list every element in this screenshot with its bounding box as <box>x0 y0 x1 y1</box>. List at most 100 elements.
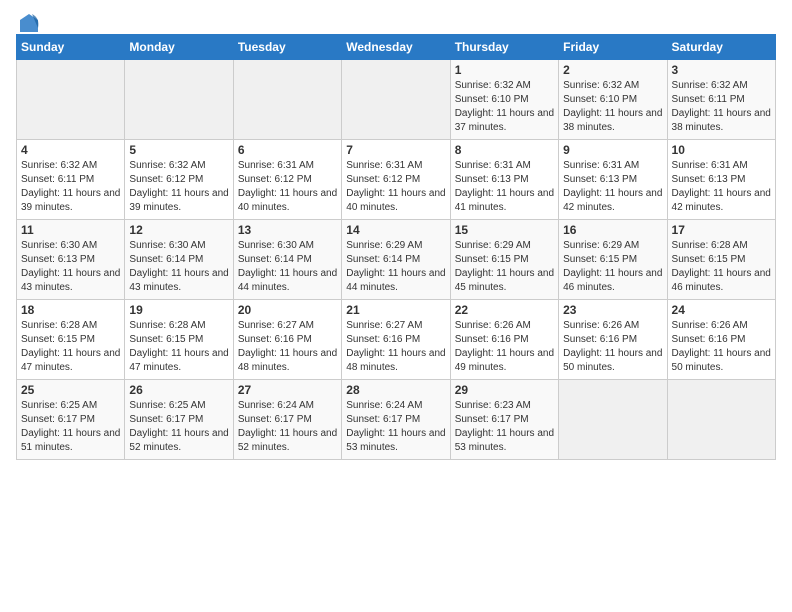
day-cell: 3 Sunrise: 6:32 AM Sunset: 6:11 PM Daylig… <box>667 60 775 140</box>
day-number: 17 <box>672 223 771 237</box>
day-cell: 23 Sunrise: 6:26 AM Sunset: 6:16 PM Dayli… <box>559 300 667 380</box>
col-sunday: Sunday <box>17 35 125 60</box>
day-cell: 9 Sunrise: 6:31 AM Sunset: 6:13 PM Daylig… <box>559 140 667 220</box>
day-info: Sunrise: 6:28 AM Sunset: 6:15 PM Dayligh… <box>21 319 120 375</box>
day-cell: 8Sunrise: 6:31 AM Sunset: 6:13 PM Daylig… <box>450 140 558 220</box>
day-cell: 13 Sunrise: 6:30 AM Sunset: 6:14 PM Dayli… <box>233 220 341 300</box>
day-number: 3 <box>672 63 771 77</box>
day-cell: 15Sunrise: 6:29 AM Sunset: 6:15 PM Dayli… <box>450 220 558 300</box>
day-info: Sunrise: 6:31 AM Sunset: 6:13 PM Dayligh… <box>672 159 771 215</box>
day-info: Sunrise: 6:32 AM Sunset: 6:11 PM Dayligh… <box>21 159 120 215</box>
col-monday: Monday <box>125 35 233 60</box>
day-cell: 1Sunrise: 6:32 AM Sunset: 6:10 PM Daylig… <box>450 60 558 140</box>
calendar-table: Sunday Monday Tuesday Wednesday Thursday… <box>16 34 776 460</box>
day-info: Sunrise: 6:25 AM Sunset: 6:17 PM Dayligh… <box>129 399 228 455</box>
day-info: Sunrise: 6:31 AM Sunset: 6:13 PM Dayligh… <box>455 159 554 215</box>
day-info: Sunrise: 6:28 AM Sunset: 6:15 PM Dayligh… <box>129 319 228 375</box>
week-row-4: 25 Sunrise: 6:25 AM Sunset: 6:17 PM Dayli… <box>17 380 776 460</box>
day-info: Sunrise: 6:31 AM Sunset: 6:12 PM Dayligh… <box>238 159 337 215</box>
day-cell: 7 Sunrise: 6:31 AM Sunset: 6:12 PM Daylig… <box>342 140 450 220</box>
day-cell: 25 Sunrise: 6:25 AM Sunset: 6:17 PM Dayli… <box>17 380 125 460</box>
calendar-body: 1 Sunrise: 6:32 AM Sunset: 6:10 PM Daylig… <box>17 60 776 460</box>
day-info: Sunrise: 6:30 AM Sunset: 6:14 PM Dayligh… <box>238 239 337 295</box>
day-info: Sunrise: 6:25 AM Sunset: 6:17 PM Dayligh… <box>21 399 120 455</box>
day-cell: 4 Sunrise: 6:32 AM Sunset: 6:11 PM Daylig… <box>17 140 125 220</box>
day-info: Sunrise: 6:24 AM Sunset: 6:17 PM Dayligh… <box>346 399 445 455</box>
day-number: 10 <box>672 143 771 157</box>
day-cell: 10 Sunrise: 6:31 AM Sunset: 6:13 PM Dayli… <box>667 140 775 220</box>
col-friday: Friday <box>559 35 667 60</box>
day-number: 5 <box>129 143 228 157</box>
week-row-3: 18 Sunrise: 6:28 AM Sunset: 6:15 PM Dayli… <box>17 300 776 380</box>
day-number: 25 <box>21 383 120 397</box>
day-info: Sunrise: 6:32 AM Sunset: 6:10 PM Dayligh… <box>563 79 662 135</box>
day-cell: 29 Sunrise: 6:23 AM Sunset: 6:17 PM Dayli… <box>450 380 558 460</box>
day-number: 11 <box>21 223 120 237</box>
day-cell: 28 Sunrise: 6:24 AM Sunset: 6:17 PM Dayli… <box>342 380 450 460</box>
day-number: 7 <box>346 143 445 157</box>
logo <box>16 12 40 30</box>
day-cell: 16 Sunrise: 6:29 AM Sunset: 6:15 PM Dayli… <box>559 220 667 300</box>
day-number: 16 <box>563 223 662 237</box>
day-cell: 14 Sunrise: 6:29 AM Sunset: 6:14 PM Dayli… <box>342 220 450 300</box>
header-row: Sunday Monday Tuesday Wednesday Thursday… <box>17 35 776 60</box>
day-info: Sunrise: 6:29 AM Sunset: 6:15 PM Dayligh… <box>563 239 662 295</box>
day-number: 6 <box>238 143 337 157</box>
day-cell: 5 Sunrise: 6:32 AM Sunset: 6:12 PM Daylig… <box>125 140 233 220</box>
day-info: Sunrise: 6:27 AM Sunset: 6:16 PM Dayligh… <box>346 319 445 375</box>
day-info: Sunrise: 6:32 AM Sunset: 6:11 PM Dayligh… <box>672 79 771 135</box>
header <box>16 12 776 30</box>
col-thursday: Thursday <box>450 35 558 60</box>
day-cell <box>667 380 775 460</box>
week-row-1: 4 Sunrise: 6:32 AM Sunset: 6:11 PM Daylig… <box>17 140 776 220</box>
day-number: 27 <box>238 383 337 397</box>
day-number: 22 <box>455 303 554 317</box>
day-cell: 21Sunrise: 6:27 AM Sunset: 6:16 PM Dayli… <box>342 300 450 380</box>
day-info: Sunrise: 6:29 AM Sunset: 6:14 PM Dayligh… <box>346 239 445 295</box>
day-cell: 27 Sunrise: 6:24 AM Sunset: 6:17 PM Dayli… <box>233 380 341 460</box>
day-number: 9 <box>563 143 662 157</box>
week-row-2: 11 Sunrise: 6:30 AM Sunset: 6:13 PM Dayli… <box>17 220 776 300</box>
day-number: 26 <box>129 383 228 397</box>
day-number: 1 <box>455 63 554 77</box>
day-number: 15 <box>455 223 554 237</box>
day-info: Sunrise: 6:30 AM Sunset: 6:13 PM Dayligh… <box>21 239 120 295</box>
day-cell: 24 Sunrise: 6:26 AM Sunset: 6:16 PM Dayli… <box>667 300 775 380</box>
week-row-0: 1 Sunrise: 6:32 AM Sunset: 6:10 PM Daylig… <box>17 60 776 140</box>
day-number: 13 <box>238 223 337 237</box>
day-number: 2 <box>563 63 662 77</box>
day-number: 29 <box>455 383 554 397</box>
day-number: 24 <box>672 303 771 317</box>
day-info: Sunrise: 6:24 AM Sunset: 6:17 PM Dayligh… <box>238 399 337 455</box>
logo-icon <box>18 12 40 34</box>
day-cell: 17 Sunrise: 6:28 AM Sunset: 6:15 PM Dayli… <box>667 220 775 300</box>
day-number: 18 <box>21 303 120 317</box>
day-cell: 6 Sunrise: 6:31 AM Sunset: 6:12 PM Daylig… <box>233 140 341 220</box>
page: Sunday Monday Tuesday Wednesday Thursday… <box>0 0 792 612</box>
day-info: Sunrise: 6:26 AM Sunset: 6:16 PM Dayligh… <box>563 319 662 375</box>
day-cell: 26 Sunrise: 6:25 AM Sunset: 6:17 PM Dayli… <box>125 380 233 460</box>
day-number: 14 <box>346 223 445 237</box>
day-cell: 20 Sunrise: 6:27 AM Sunset: 6:16 PM Dayli… <box>233 300 341 380</box>
day-info: Sunrise: 6:27 AM Sunset: 6:16 PM Dayligh… <box>238 319 337 375</box>
col-tuesday: Tuesday <box>233 35 341 60</box>
day-cell <box>17 60 125 140</box>
day-number: 23 <box>563 303 662 317</box>
day-cell <box>125 60 233 140</box>
day-cell: 19Sunrise: 6:28 AM Sunset: 6:15 PM Dayli… <box>125 300 233 380</box>
day-info: Sunrise: 6:26 AM Sunset: 6:16 PM Dayligh… <box>672 319 771 375</box>
day-info: Sunrise: 6:31 AM Sunset: 6:13 PM Dayligh… <box>563 159 662 215</box>
col-wednesday: Wednesday <box>342 35 450 60</box>
day-number: 20 <box>238 303 337 317</box>
day-number: 4 <box>21 143 120 157</box>
day-info: Sunrise: 6:23 AM Sunset: 6:17 PM Dayligh… <box>455 399 554 455</box>
day-cell: 22Sunrise: 6:26 AM Sunset: 6:16 PM Dayli… <box>450 300 558 380</box>
day-cell: 2 Sunrise: 6:32 AM Sunset: 6:10 PM Daylig… <box>559 60 667 140</box>
day-cell <box>559 380 667 460</box>
day-info: Sunrise: 6:32 AM Sunset: 6:12 PM Dayligh… <box>129 159 228 215</box>
day-info: Sunrise: 6:28 AM Sunset: 6:15 PM Dayligh… <box>672 239 771 295</box>
calendar-header: Sunday Monday Tuesday Wednesday Thursday… <box>17 35 776 60</box>
day-number: 28 <box>346 383 445 397</box>
day-info: Sunrise: 6:31 AM Sunset: 6:12 PM Dayligh… <box>346 159 445 215</box>
day-cell <box>342 60 450 140</box>
